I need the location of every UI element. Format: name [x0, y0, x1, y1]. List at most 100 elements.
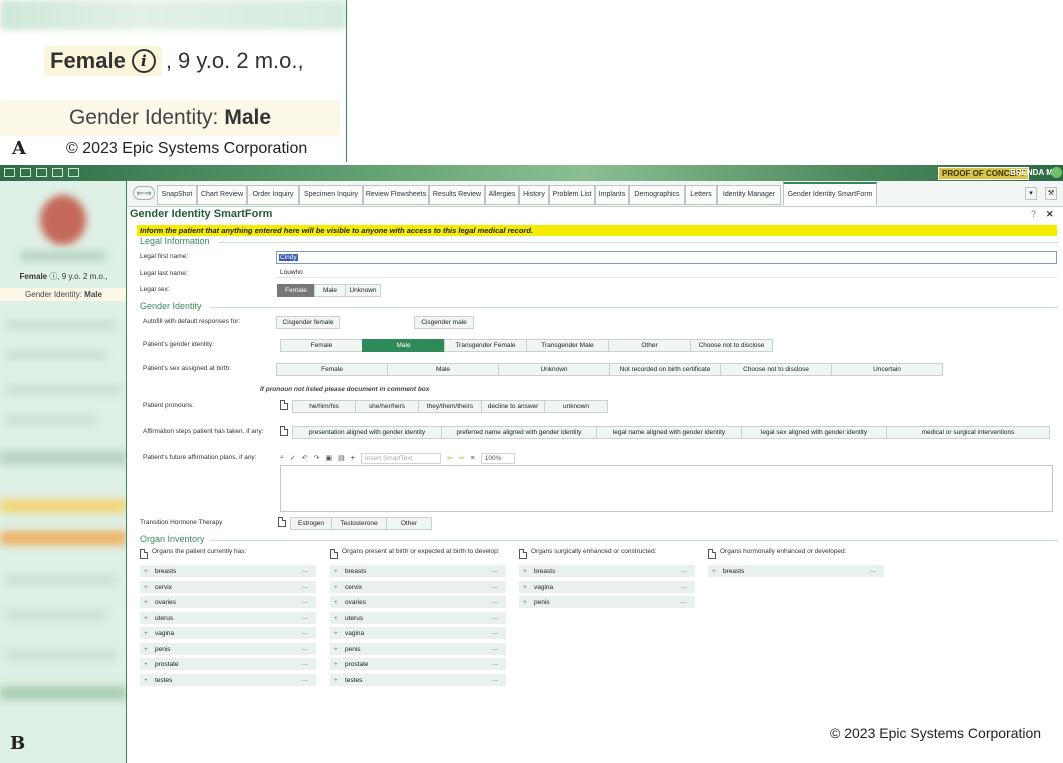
redo-icon[interactable]: ↷ — [314, 454, 320, 462]
pronoun-they[interactable]: they/them/theirs — [418, 400, 482, 413]
help-icon[interactable]: ? — [1031, 209, 1036, 219]
smartlink-icon[interactable]: ▤ — [338, 454, 345, 462]
tab-chart-review[interactable]: Chart Review — [197, 185, 247, 205]
chevron-down-icon[interactable]: ▾ — [1025, 187, 1037, 200]
organ-row[interactable]: + ovaries — — [330, 596, 506, 609]
minus-icon[interactable]: — — [681, 596, 688, 609]
affirm-medical-surgical[interactable]: medical or surgical interventions — [886, 426, 1050, 439]
gi-transgender-male[interactable]: Transgender Male — [526, 339, 609, 352]
spellcheck-icon[interactable]: ✓ — [290, 454, 296, 462]
sab-male[interactable]: Male — [387, 363, 499, 376]
document-icon[interactable] — [280, 400, 288, 410]
arrow-left-icon[interactable]: ⇦ — [447, 454, 453, 462]
organ-row[interactable]: + cervix — — [140, 580, 316, 594]
minus-icon[interactable]: — — [492, 658, 499, 671]
tab-gender-identity-smartform[interactable]: Gender Identity SmartForm — [783, 182, 877, 206]
minus-icon[interactable]: — — [681, 565, 688, 578]
pronoun-she[interactable]: she/her/hers — [355, 400, 419, 413]
tab-allergies[interactable]: Allergies — [485, 185, 519, 205]
plus-icon[interactable]: + — [712, 565, 716, 578]
organ-row[interactable]: + penis — — [330, 642, 506, 656]
tab-history[interactable]: History — [519, 185, 549, 205]
back-forward-icon[interactable]: ⇐⇒ — [133, 186, 155, 200]
minus-icon[interactable]: — — [492, 581, 499, 594]
pronoun-he[interactable]: he/him/his — [292, 400, 356, 413]
organ-row[interactable]: + prostate — — [330, 658, 506, 671]
arrow-right-icon[interactable]: ⇨ — [459, 454, 465, 462]
organ-row[interactable]: + penis — — [519, 596, 695, 609]
insert-smarttext-field[interactable]: Insert SmartText — [360, 452, 441, 464]
minus-icon[interactable]: — — [492, 565, 499, 578]
gi-transgender-female[interactable]: Transgender Female — [444, 339, 527, 352]
document-icon[interactable] — [519, 549, 527, 559]
sab-female[interactable]: Female — [276, 363, 388, 376]
pronoun-unknown[interactable]: unknown — [544, 400, 608, 413]
sab-unknown[interactable]: Unknown — [498, 363, 610, 376]
minus-icon[interactable]: — — [870, 565, 877, 578]
indent-icon[interactable]: ≡ — [471, 455, 475, 462]
undo-icon[interactable]: ↶ — [302, 454, 308, 462]
minus-icon[interactable]: — — [302, 565, 309, 578]
plus-icon[interactable]: + — [144, 612, 148, 625]
plus-icon[interactable]: + — [334, 581, 338, 594]
organ-row[interactable]: + breasts — — [330, 565, 506, 578]
tab-problem-list[interactable]: Problem List — [549, 185, 595, 205]
tab-demographics[interactable]: Demographics — [629, 185, 685, 205]
gi-female[interactable]: Female — [280, 339, 363, 352]
minus-icon[interactable]: — — [302, 674, 309, 687]
organ-row[interactable]: + vagina — — [140, 627, 316, 640]
tab-letters[interactable]: Letters — [685, 185, 717, 205]
find-icon[interactable]: ⌕ — [280, 454, 284, 462]
plus-icon[interactable]: + — [523, 581, 527, 594]
plus-icon[interactable]: + — [144, 627, 148, 640]
gi-other[interactable]: Other — [608, 339, 691, 352]
zoom-select[interactable]: 100% — [480, 452, 515, 464]
plus-icon[interactable]: + — [334, 565, 338, 578]
plus-icon[interactable]: + — [144, 565, 148, 578]
document-icon[interactable] — [708, 549, 716, 559]
minus-icon[interactable]: — — [492, 596, 499, 609]
tab-results-review[interactable]: Results Review — [429, 185, 485, 205]
hormone-estrogen[interactable]: Estrogen — [290, 517, 332, 530]
gi-choose-not-to-disclose[interactable]: Choose not to disclose — [690, 339, 773, 352]
organ-row[interactable]: + uterus — — [330, 611, 506, 625]
wrench-icon[interactable]: ⚒ — [1045, 187, 1057, 200]
gi-male[interactable]: Male — [362, 339, 445, 352]
sab-not-recorded[interactable]: Not recorded on birth certificate — [609, 363, 721, 376]
minus-icon[interactable]: — — [302, 658, 309, 671]
organ-row[interactable]: + vagina — — [519, 580, 695, 594]
affirm-legal-sex[interactable]: legal sex aligned with gender identity — [741, 426, 887, 439]
plus-icon[interactable]: + — [523, 596, 527, 609]
search-icon[interactable] — [1051, 167, 1062, 178]
affirm-legal-name[interactable]: legal name aligned with gender identity — [596, 426, 742, 439]
plus-icon[interactable]: + — [334, 612, 338, 625]
plus-icon[interactable]: + — [334, 596, 338, 609]
organ-row[interactable]: + testes — — [330, 673, 506, 687]
legal-first-name-field[interactable]: Cindy — [276, 251, 1057, 264]
plus-icon[interactable]: + — [523, 565, 527, 578]
plus-icon[interactable]: + — [144, 581, 148, 594]
legal-sex-male[interactable]: Male — [314, 284, 346, 297]
legal-sex-unknown[interactable]: Unknown — [345, 284, 381, 297]
sab-choose-not-to-disclose[interactable]: Choose not to disclose — [720, 363, 832, 376]
organ-row[interactable]: + breasts — — [708, 565, 884, 578]
minus-icon[interactable]: — — [302, 581, 309, 594]
organ-row[interactable]: + breasts — — [140, 565, 316, 578]
organ-row[interactable]: + vagina — — [330, 627, 506, 640]
add-icon[interactable]: + — [351, 455, 355, 462]
organ-row[interactable]: + breasts — — [519, 565, 695, 578]
document-icon[interactable] — [280, 426, 288, 436]
autofill-cisgender-male[interactable]: Cisgender male — [414, 316, 474, 329]
pronoun-decline[interactable]: decline to answer — [481, 400, 545, 413]
plus-icon[interactable]: + — [144, 643, 148, 656]
minus-icon[interactable]: — — [492, 643, 499, 656]
tab-review-flowsheets[interactable]: Review Flowsheets — [363, 185, 429, 205]
user-name[interactable]: BRENDA M. — [1010, 168, 1055, 177]
tab-snapshot[interactable]: SnapShot — [157, 185, 197, 205]
plus-icon[interactable]: + — [334, 627, 338, 640]
document-icon[interactable] — [140, 549, 148, 559]
future-plans-comment-box[interactable] — [280, 465, 1053, 512]
plus-icon[interactable]: + — [334, 643, 338, 656]
organ-row[interactable]: + prostate — — [140, 658, 316, 671]
legal-sex-female[interactable]: Female — [277, 284, 315, 297]
